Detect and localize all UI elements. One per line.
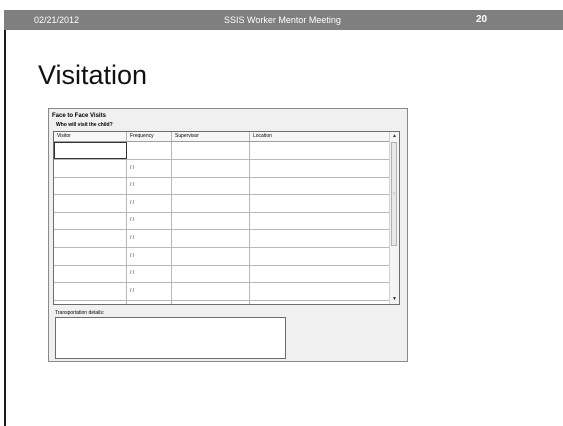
slide-header: 02/21/2012 SSIS Worker Mentor Meeting 20 [4, 10, 563, 30]
table-row[interactable]: / / [54, 247, 390, 266]
table-row[interactable]: / / [54, 265, 390, 284]
cell-supervisor[interactable] [172, 247, 250, 265]
cell-frequency[interactable]: / / [127, 159, 172, 177]
header-title: SSIS Worker Mentor Meeting [224, 15, 341, 25]
grip-icon: ≡ [393, 191, 396, 196]
table-row[interactable]: / / [54, 230, 390, 248]
cell-visitor[interactable] [54, 159, 127, 177]
cell-location[interactable] [250, 177, 390, 195]
cell-frequency[interactable]: / / [127, 230, 172, 247]
form-title: Face to Face Visits [52, 113, 106, 119]
chevron-up-icon[interactable]: ▲ [390, 132, 399, 141]
cell-frequency[interactable]: / / [127, 247, 172, 265]
cell-location[interactable] [250, 142, 390, 159]
cell-frequency[interactable]: / / [127, 212, 172, 230]
column-header-frequency[interactable]: Frequency [127, 132, 172, 141]
table-row[interactable]: / / [54, 212, 390, 231]
transportation-label: Transportation details: [55, 310, 105, 316]
slide-title: Visitation [38, 60, 148, 90]
scrollbar-thumb[interactable]: ≡ [391, 142, 397, 246]
cell-location[interactable] [250, 212, 390, 230]
cell-visitor[interactable] [54, 300, 127, 304]
cell-visitor[interactable] [54, 247, 127, 265]
cell-supervisor[interactable] [172, 194, 250, 212]
face-to-face-visits-form: Face to Face Visits Who will visit the c… [48, 108, 408, 362]
cell-visitor[interactable] [54, 212, 127, 230]
cell-supervisor[interactable] [172, 177, 250, 195]
table-row[interactable]: / / [54, 282, 390, 301]
cell-visitor[interactable] [54, 265, 127, 283]
cell-frequency[interactable]: / / [127, 194, 172, 212]
cell-supervisor[interactable] [172, 282, 250, 300]
grid-scrollbar[interactable]: ▲ ≡ ▼ [389, 132, 399, 304]
cell-location[interactable] [250, 194, 390, 212]
cell-supervisor[interactable] [172, 212, 250, 230]
slide: 02/21/2012 SSIS Worker Mentor Meeting 20… [0, 0, 563, 426]
cell-location[interactable] [250, 247, 390, 265]
cell-supervisor[interactable] [172, 159, 250, 177]
header-page-number: 20 [476, 14, 488, 25]
cell-frequency[interactable] [127, 142, 172, 159]
transportation-details-field[interactable] [55, 317, 286, 359]
cell-visitor[interactable] [54, 177, 127, 195]
table-row[interactable]: / / [54, 300, 390, 304]
slide-left-border [4, 10, 6, 426]
cell-frequency[interactable]: / / [127, 282, 172, 300]
cell-frequency[interactable]: / / [127, 177, 172, 195]
cell-supervisor[interactable] [172, 230, 250, 247]
cell-location[interactable] [250, 300, 390, 304]
grid-header: Visitor Frequency Supervisor Location [54, 132, 399, 142]
table-row[interactable]: / / [54, 194, 390, 213]
cell-supervisor[interactable] [172, 300, 250, 304]
visits-grid: Visitor Frequency Supervisor Location / … [53, 131, 400, 305]
column-header-supervisor[interactable]: Supervisor [172, 132, 250, 141]
cell-supervisor[interactable] [172, 265, 250, 283]
form-question: Who will visit the child? [56, 122, 113, 128]
cell-location[interactable] [250, 230, 390, 247]
column-header-location[interactable]: Location [250, 132, 390, 141]
cell-visitor[interactable] [54, 142, 127, 159]
cell-frequency[interactable]: / / [127, 265, 172, 283]
header-date: 02/21/2012 [34, 15, 80, 25]
cell-frequency[interactable]: / / [127, 300, 172, 304]
cell-location[interactable] [250, 159, 390, 177]
chevron-down-icon[interactable]: ▼ [390, 295, 399, 304]
cell-visitor[interactable] [54, 282, 127, 300]
cell-location[interactable] [250, 265, 390, 283]
column-header-visitor[interactable]: Visitor [54, 132, 127, 141]
cell-visitor[interactable] [54, 194, 127, 212]
table-row[interactable]: / / [54, 159, 390, 178]
table-row[interactable]: / / [54, 177, 390, 196]
cell-supervisor[interactable] [172, 142, 250, 159]
cell-visitor[interactable] [54, 230, 127, 247]
cell-location[interactable] [250, 282, 390, 300]
table-row[interactable] [54, 142, 390, 160]
